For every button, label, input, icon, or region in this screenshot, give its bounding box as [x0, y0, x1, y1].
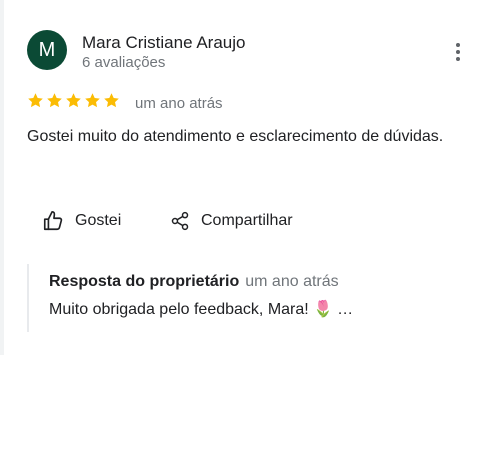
- owner-reply: Resposta do proprietário um ano atrás Mui…: [27, 264, 447, 332]
- review-card: M Mara Cristiane Araujo 6 avaliações um …: [0, 0, 480, 355]
- author-review-count: 6 avaliações: [82, 54, 166, 71]
- more-vertical-icon: [456, 43, 460, 47]
- share-icon: [171, 211, 189, 231]
- owner-reply-time: um ano atrás: [245, 273, 339, 290]
- star-icon: [66, 93, 81, 108]
- like-label: Gostei: [75, 212, 122, 229]
- card-left-edge: [0, 0, 4, 355]
- star-icon: [104, 93, 119, 108]
- like-button[interactable]: Gostei: [42, 208, 121, 234]
- star-icon: [47, 93, 62, 108]
- avatar-letter: M: [38, 38, 56, 61]
- avatar[interactable]: M: [27, 30, 67, 70]
- expand-reply-ellipsis[interactable]: …: [337, 301, 353, 318]
- share-label: Compartilhar: [201, 212, 293, 229]
- owner-reply-header: Resposta do proprietário um ano atrás: [49, 273, 339, 291]
- owner-reply-title: Resposta do proprietário: [49, 273, 240, 290]
- more-options-button[interactable]: [447, 38, 469, 66]
- review-text: Gostei muito do atendimento e esclarecim…: [27, 128, 444, 145]
- owner-reply-text-row: Muito obrigada pelo feedback, Mara! 🌷…: [49, 299, 353, 319]
- review-time: um ano atrás: [135, 95, 223, 112]
- star-icon: [28, 93, 43, 108]
- author-name[interactable]: Mara Cristiane Araujo: [82, 33, 245, 53]
- thumbs-up-icon: [43, 211, 63, 231]
- share-button[interactable]: Compartilhar: [170, 208, 293, 234]
- owner-reply-text: Muito obrigada pelo feedback, Mara! 🌷: [49, 301, 334, 318]
- star-icon: [85, 93, 100, 108]
- star-rating: [27, 92, 120, 109]
